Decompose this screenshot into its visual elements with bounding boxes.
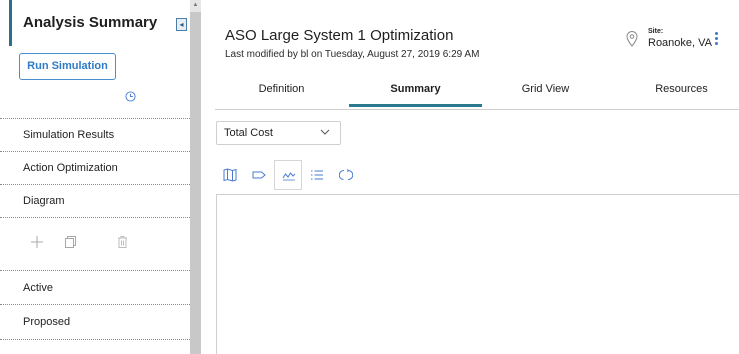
main-panel: ASO Large System 1 Optimization Last mod… — [201, 0, 739, 354]
list-item-active[interactable]: Active — [23, 282, 53, 294]
divider — [0, 304, 190, 305]
last-modified-text: Last modified by bl on Tuesday, August 2… — [225, 49, 480, 60]
refresh-icon[interactable] — [332, 160, 360, 190]
sidebar-title: Analysis Summary — [23, 14, 158, 31]
divider — [0, 270, 190, 271]
page-title: ASO Large System 1 Optimization — [225, 27, 454, 44]
location-pin-icon — [626, 31, 638, 47]
copy-icon[interactable] — [64, 236, 76, 248]
sidebar-item-diagram[interactable]: Diagram — [23, 195, 65, 207]
tab-definition[interactable]: Definition — [215, 74, 348, 110]
cost-type-dropdown[interactable]: Total Cost — [216, 121, 341, 145]
scroll-up-arrow-icon[interactable]: ▲ — [190, 0, 201, 11]
list-icon[interactable] — [303, 160, 331, 190]
site-value: Roanoke, VA — [648, 37, 713, 49]
list-item-proposed[interactable]: Proposed — [23, 316, 70, 328]
chart-area — [216, 194, 739, 354]
sidebar-scrollbar-thumb[interactable] — [190, 12, 201, 354]
site-label: Site: — [648, 28, 664, 35]
tab-resources[interactable]: Resources — [615, 74, 739, 110]
map-icon[interactable] — [216, 160, 244, 190]
chevron-down-icon — [320, 129, 330, 135]
sidebar-accent-bar — [9, 0, 12, 46]
app-window: Analysis Summary ◂ Run Simulation Simula… — [0, 0, 739, 354]
sidebar-item-simulation-results[interactable]: Simulation Results — [23, 129, 114, 141]
active-tab-indicator — [349, 104, 482, 107]
divider — [0, 339, 190, 340]
tag-icon[interactable] — [245, 160, 273, 190]
dropdown-selected-value: Total Cost — [224, 127, 273, 139]
analysis-sidebar: Analysis Summary ◂ Run Simulation Simula… — [0, 0, 190, 354]
run-simulation-button[interactable]: Run Simulation — [19, 53, 116, 80]
divider — [0, 184, 190, 185]
add-icon[interactable] — [31, 236, 43, 248]
divider — [0, 217, 190, 218]
tab-grid-view[interactable]: Grid View — [479, 74, 612, 110]
sidebar-item-action-optimization[interactable]: Action Optimization — [23, 162, 118, 174]
delete-icon[interactable] — [117, 236, 128, 248]
more-options-icon[interactable] — [715, 32, 719, 46]
collapse-sidebar-button[interactable]: ◂ — [176, 18, 187, 31]
divider — [0, 151, 190, 152]
divider — [0, 118, 190, 119]
clock-icon[interactable] — [125, 91, 136, 102]
line-chart-icon[interactable] — [274, 160, 302, 190]
